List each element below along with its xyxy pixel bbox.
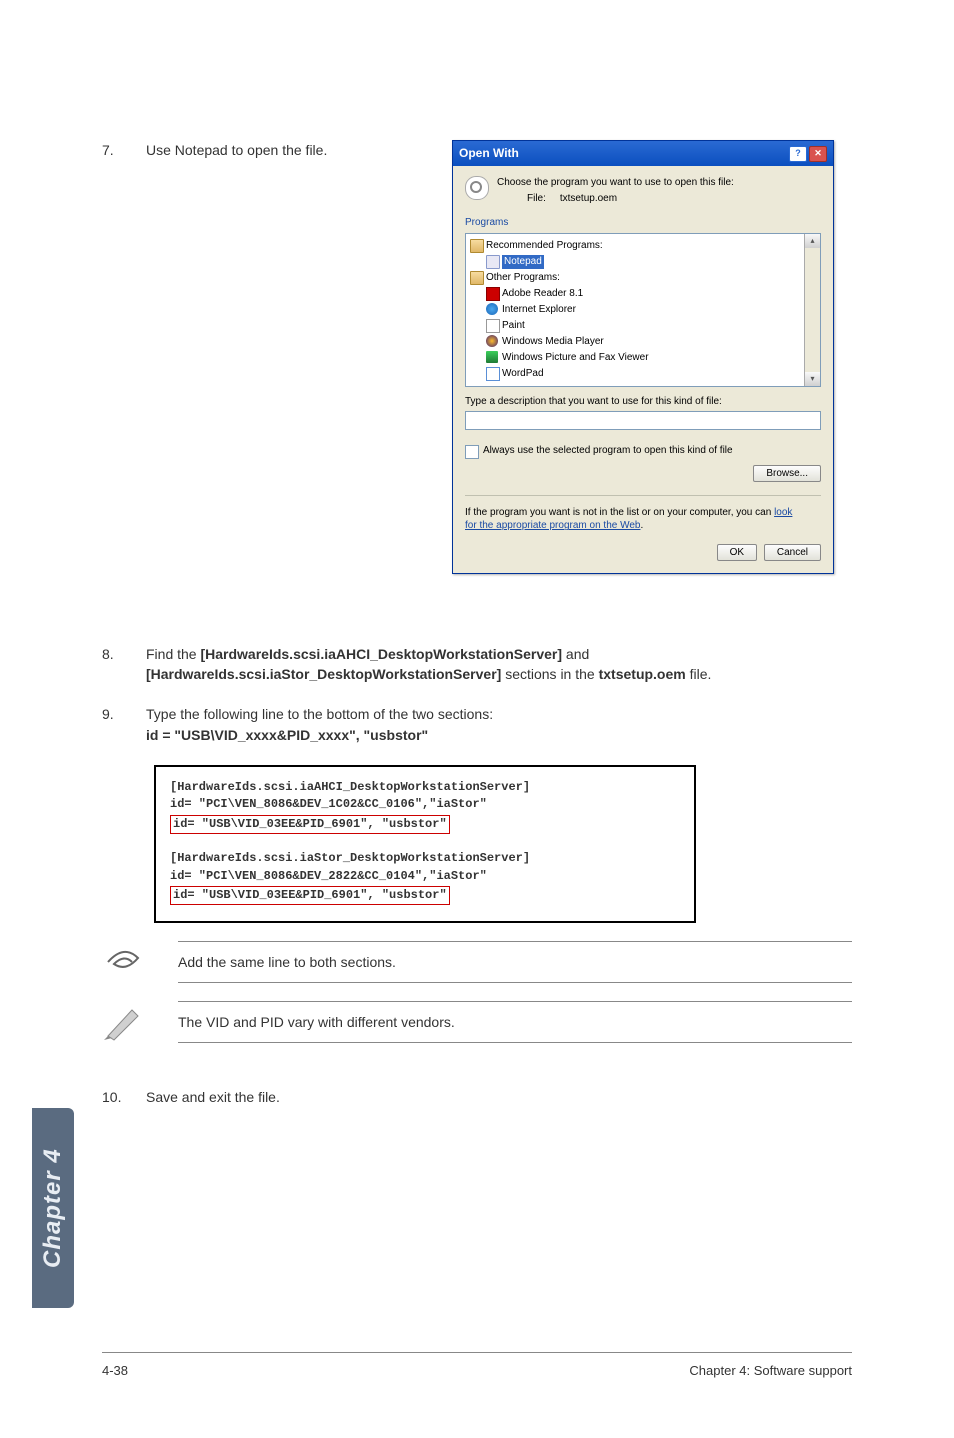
- code-line: [HardwareIds.scsi.iaStor_DesktopWorkstat…: [170, 850, 680, 867]
- code-line: id= "PCI\VEN_8086&DEV_1C02&CC_0106","iaS…: [170, 796, 680, 813]
- description-input[interactable]: [465, 411, 821, 430]
- list-item-label: Windows Media Player: [502, 336, 604, 347]
- programs-list[interactable]: ▴ ▾ Recommended Programs: Notepad Other …: [465, 233, 821, 387]
- step-7-number: 7.: [102, 140, 146, 160]
- note-pre: If the program you want is not in the li…: [465, 507, 774, 518]
- code-line: [HardwareIds.scsi.iaAHCI_DesktopWorkstat…: [170, 779, 680, 796]
- note-1: Add the same line to both sections.: [178, 941, 852, 983]
- list-item: Other Programs:: [468, 270, 818, 286]
- code-highlighted: id= "USB\VID_03EE&PID_6901", "usbstor": [170, 815, 450, 834]
- recommended-label: Recommended Programs:: [486, 240, 603, 251]
- list-item-label: Internet Explorer: [502, 304, 576, 315]
- other-programs-label: Other Programs:: [486, 272, 560, 283]
- list-item-label: Paint: [502, 320, 525, 331]
- open-with-dialog: Open With ? ✕ Choose the program you wan…: [452, 140, 834, 574]
- dialog-title: Open With: [459, 145, 519, 162]
- hwid-ahci: [HardwareIds.scsi.iaAHCI_DesktopWorkstat…: [200, 646, 562, 662]
- always-label: Always use the selected program to open …: [483, 444, 733, 459]
- paint-icon: [486, 319, 500, 333]
- step-9-text: Type the following line to the bottom of…: [146, 704, 852, 745]
- cancel-button[interactable]: Cancel: [764, 544, 821, 561]
- code-highlighted: id= "USB\VID_03EE&PID_6901", "usbstor": [170, 886, 450, 905]
- wordpad-icon: [486, 367, 500, 381]
- folder-icon: [470, 271, 484, 285]
- description-label: Type a description that you want to use …: [465, 395, 821, 410]
- step-7-text: Use Notepad to open the file.: [146, 140, 452, 160]
- list-item[interactable]: WordPad: [468, 366, 818, 382]
- chapter-tab: Chapter 4: [32, 1108, 74, 1308]
- hwid-iastor: [HardwareIds.scsi.iaStor_DesktopWorkstat…: [146, 666, 501, 682]
- code-sample: [HardwareIds.scsi.iaAHCI_DesktopWorkstat…: [154, 765, 696, 923]
- picture-viewer-icon: [486, 351, 498, 363]
- adobe-icon: [486, 287, 500, 301]
- txtsetup-file: txtsetup.oem: [599, 666, 686, 682]
- text-frag: sections in the: [501, 666, 598, 682]
- step-9-line1: Type the following line to the bottom of…: [146, 704, 852, 724]
- dialog-web-note: If the program you want is not in the li…: [465, 506, 821, 532]
- dialog-choose-label: Choose the program you want to use to op…: [497, 176, 734, 190]
- dialog-titlebar: Open With ? ✕: [453, 141, 833, 166]
- step-10-number: 10.: [102, 1087, 146, 1107]
- browse-button[interactable]: Browse...: [753, 465, 821, 482]
- list-item[interactable]: Windows Picture and Fax Viewer: [468, 350, 818, 366]
- ok-button[interactable]: OK: [717, 544, 757, 561]
- clip-icon: [102, 942, 146, 982]
- list-item-notepad[interactable]: Notepad: [468, 254, 818, 270]
- list-item[interactable]: Windows Media Player: [468, 334, 818, 350]
- notepad-label: Notepad: [502, 255, 544, 269]
- page-number: 4-38: [102, 1363, 128, 1378]
- text-frag: and: [562, 646, 589, 662]
- pen-icon: [102, 1002, 146, 1042]
- list-item-label: WordPad: [502, 368, 544, 379]
- dialog-file-label: File:: [527, 193, 546, 204]
- footer-title: Chapter 4: Software support: [689, 1363, 852, 1378]
- step-9-number: 9.: [102, 704, 146, 745]
- list-item-label: Windows Picture and Fax Viewer: [502, 352, 649, 363]
- web-link[interactable]: for the appropriate program on the Web: [465, 520, 640, 531]
- search-icon: [465, 176, 489, 200]
- always-checkbox[interactable]: [465, 445, 479, 459]
- text-frag: file.: [686, 666, 712, 682]
- list-item[interactable]: Paint: [468, 318, 818, 334]
- folder-icon: [470, 239, 484, 253]
- step-10-text: Save and exit the file.: [146, 1087, 852, 1107]
- list-item-label: Adobe Reader 8.1: [502, 288, 583, 299]
- step-8-text: Find the [HardwareIds.scsi.iaAHCI_Deskto…: [146, 644, 852, 685]
- step-9-line2: id = "USB\VID_xxxx&PID_xxxx", "usbstor": [146, 727, 428, 743]
- programs-label: Programs: [465, 216, 821, 231]
- notepad-icon: [486, 255, 500, 269]
- step-8-number: 8.: [102, 644, 146, 685]
- wmp-icon: [486, 335, 498, 347]
- close-icon[interactable]: ✕: [809, 146, 827, 162]
- look-link[interactable]: look: [774, 507, 792, 518]
- list-item: Recommended Programs:: [468, 238, 818, 254]
- code-line: id= "PCI\VEN_8086&DEV_2822&CC_0104","iaS…: [170, 868, 680, 885]
- note-2: The VID and PID vary with different vend…: [178, 1001, 852, 1043]
- list-item[interactable]: Internet Explorer: [468, 302, 818, 318]
- dialog-file-name: txtsetup.oem: [560, 193, 617, 204]
- ie-icon: [486, 303, 498, 315]
- text-frag: Find the: [146, 646, 200, 662]
- list-item[interactable]: Adobe Reader 8.1: [468, 286, 818, 302]
- help-icon[interactable]: ?: [789, 146, 807, 162]
